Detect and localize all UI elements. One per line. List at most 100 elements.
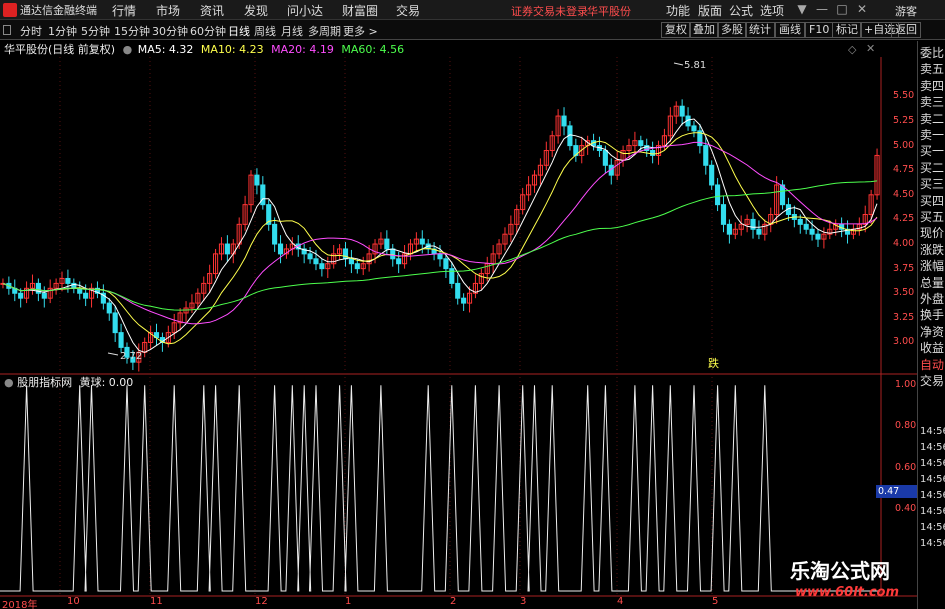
sub-axis-label: 1.00 <box>895 379 917 391</box>
close-chart-icon[interactable]: ✕ <box>866 42 875 55</box>
side-field-label: 净资 <box>920 324 945 339</box>
price-label: 3.75 <box>893 262 915 274</box>
settings-gear-icon[interactable]: ● <box>123 43 133 56</box>
period-intraday[interactable]: 分时 <box>20 23 42 39</box>
window-menu-button[interactable]: ▼ <box>793 1 811 18</box>
price-label: 4.75 <box>893 164 915 176</box>
candle-body <box>112 312 118 334</box>
menu-item-market[interactable]: 市场 <box>156 2 180 19</box>
low-annotation: 2.72 <box>120 351 142 362</box>
candle-body <box>390 248 396 260</box>
chart-info-line: 华平股份(日线 前复权) ● MA5: 4.32 MA10: 4.23 MA20… <box>0 41 720 57</box>
price-label: 5.50 <box>893 90 915 102</box>
high-annotation: 5.81 <box>684 60 706 71</box>
candle-body <box>313 258 319 265</box>
current-stock-name: 华平股份 <box>587 5 631 18</box>
multi-stock-button[interactable]: 多股 <box>717 22 747 38</box>
maximize-button[interactable]: □ <box>833 1 851 18</box>
ma60-value: MA60: 4.56 <box>341 43 405 56</box>
ma5-line <box>2 118 878 353</box>
current-indicator-value: 0.47 <box>876 485 917 498</box>
sub-axis-label: 0.60 <box>895 461 917 473</box>
period-toolbar: 分时 1分钟 5分钟 15分钟 30分钟 60分钟 日线 周线 月线 多周期 更… <box>0 20 945 40</box>
side-field-label: 卖四 <box>920 78 945 93</box>
candle-body <box>461 297 467 304</box>
menu-item-discover[interactable]: 发现 <box>244 2 268 19</box>
candle-body <box>720 204 727 225</box>
period-60min[interactable]: 60分钟 <box>190 23 226 39</box>
candle-body <box>443 258 449 270</box>
date-label: 1 <box>345 596 352 607</box>
side-time: 14:56 <box>920 506 945 517</box>
candle-body <box>384 238 390 250</box>
period-5min[interactable]: 5分钟 <box>81 23 110 39</box>
back-button[interactable]: 返回 <box>891 22 921 38</box>
menu-bar: 通达信金融终端 行情 市场 资讯 发现 问小达 财富圈 交易 证券交易未登录 华… <box>0 0 945 20</box>
period-daily[interactable]: 日线 <box>228 23 250 39</box>
menu-item-options[interactable]: 选项 <box>760 2 784 19</box>
menu-item-quotes[interactable]: 行情 <box>112 2 136 19</box>
candle-body <box>726 223 732 235</box>
close-button[interactable]: ✕ <box>853 1 871 18</box>
side-field-label: 收益 <box>920 341 945 356</box>
candle-body <box>65 277 71 284</box>
side-field-label: 涨跌 <box>920 242 945 257</box>
date-label: 2018年 <box>2 600 38 609</box>
candle-body <box>561 115 567 127</box>
side-field-label[interactable]: 自动 <box>920 357 944 373</box>
candle-body <box>106 302 112 314</box>
login-status[interactable]: 证券交易未登录 <box>511 3 588 19</box>
panel-toggle-icon[interactable] <box>3 25 11 35</box>
period-30min[interactable]: 30分钟 <box>152 23 188 39</box>
adjust-button[interactable]: 复权 <box>661 22 691 38</box>
period-multi[interactable]: 多周期 <box>308 23 341 39</box>
period-1min[interactable]: 1分钟 <box>48 23 77 39</box>
sub-settings-icon[interactable]: ● <box>4 376 14 389</box>
event-marker: 跌 <box>708 356 719 370</box>
stock-title: 华平股份(日线 前复权) <box>4 43 116 56</box>
guest-label[interactable]: 游客 <box>895 3 917 19</box>
price-label: 3.00 <box>893 336 915 348</box>
period-weekly[interactable]: 周线 <box>254 23 276 39</box>
menu-item-formula[interactable]: 公式 <box>729 2 753 19</box>
overlay-button[interactable]: 叠加 <box>689 22 719 38</box>
price-label: 3.50 <box>893 287 915 299</box>
price-label: 5.00 <box>893 139 915 151</box>
minimize-button[interactable]: — <box>813 1 831 18</box>
collapse-icon[interactable]: ◇ <box>848 43 856 56</box>
candle-body <box>396 258 402 265</box>
menu-item-function[interactable]: 功能 <box>666 2 690 19</box>
price-label: 5.25 <box>893 114 915 126</box>
menu-item-news[interactable]: 资讯 <box>200 2 224 19</box>
date-axis: 2018年 10 11 12 1 2 3 4 5 <box>0 596 917 609</box>
draw-line-button[interactable]: 画线 <box>775 22 805 38</box>
menu-item-trade[interactable]: 交易 <box>396 2 420 19</box>
side-field-label: 委比 <box>920 46 945 60</box>
mark-button[interactable]: 标记 <box>832 22 862 38</box>
menu-item-layout[interactable]: 版面 <box>698 2 722 19</box>
candle-body <box>709 164 715 186</box>
f10-button[interactable]: F10 <box>805 22 834 38</box>
side-field-label[interactable]: 交易 <box>920 373 944 389</box>
date-label: 3 <box>520 596 527 607</box>
statistics-button[interactable]: 统计 <box>745 22 775 38</box>
candle-body <box>779 184 786 206</box>
side-time: 14:56 <box>920 522 945 533</box>
sub-axis-label: 0.80 <box>895 420 917 432</box>
period-more[interactable]: 更多 > <box>343 23 378 39</box>
menu-item-wealth[interactable]: 财富圈 <box>342 2 378 19</box>
period-monthly[interactable]: 月线 <box>281 23 303 39</box>
candle-body <box>277 243 284 255</box>
candle-body <box>348 258 354 265</box>
side-field-label: 总量 <box>920 275 945 290</box>
candle-body <box>319 263 325 270</box>
low-arrow <box>107 352 119 356</box>
kline-chart[interactable]: 5.81 2.72 跌 <box>0 57 917 597</box>
candle-body <box>679 105 685 117</box>
candle-body <box>455 282 461 299</box>
period-15min[interactable]: 15分钟 <box>114 23 150 39</box>
candle-body <box>307 253 313 260</box>
date-label: 2 <box>450 596 457 607</box>
menu-item-xiaoda[interactable]: 问小达 <box>287 2 323 19</box>
candle-body <box>437 253 443 260</box>
